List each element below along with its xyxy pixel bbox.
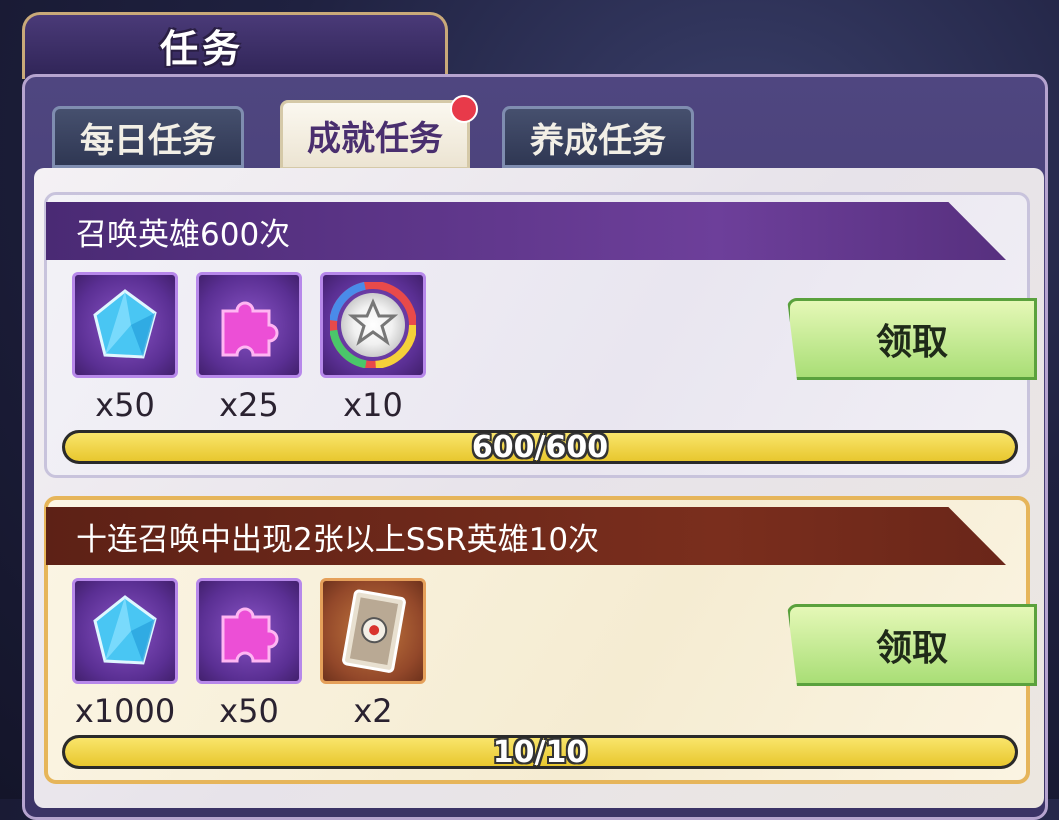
reward-quantity: x10 bbox=[343, 386, 403, 424]
reward-slot[interactable] bbox=[196, 578, 302, 684]
reward-slot[interactable] bbox=[72, 578, 178, 684]
puzzle-piece-icon bbox=[221, 607, 279, 663]
crystal-icon bbox=[93, 289, 157, 359]
tab-label: 每日任务 bbox=[80, 120, 216, 161]
progress-text: 10/10 bbox=[492, 735, 588, 769]
reward-slot[interactable] bbox=[320, 272, 426, 378]
reward-slot[interactable] bbox=[320, 578, 426, 684]
claim-label: 领取 bbox=[875, 628, 948, 669]
reward-quantity: x2 bbox=[353, 692, 393, 730]
reward-quantity: x25 bbox=[219, 386, 279, 424]
tab-achievement-quests[interactable]: 成就任务 bbox=[280, 100, 470, 170]
quest-title: 召唤英雄600次 bbox=[76, 216, 291, 253]
progress-bar: 600/600 bbox=[62, 430, 1018, 464]
quest-title-banner: 十连召唤中出现2张以上SSR英雄10次 bbox=[46, 507, 1006, 565]
tab-label: 养成任务 bbox=[530, 120, 666, 161]
card-icon bbox=[342, 589, 406, 673]
claim-button[interactable]: 领取 bbox=[787, 298, 1037, 380]
reward-quantity: x1000 bbox=[74, 692, 176, 730]
quest-title: 十连召唤中出现2张以上SSR英雄10次 bbox=[76, 521, 600, 558]
quest-title-banner: 召唤英雄600次 bbox=[46, 202, 1006, 260]
reward-quantity: x50 bbox=[95, 386, 155, 424]
crystal-icon bbox=[93, 595, 157, 665]
claim-label: 领取 bbox=[875, 322, 948, 363]
tab-label: 成就任务 bbox=[307, 118, 443, 159]
tab-training-quests[interactable]: 养成任务 bbox=[502, 106, 694, 168]
notification-dot-icon bbox=[450, 95, 478, 123]
progress-bar: 10/10 bbox=[62, 735, 1018, 769]
rainbow-medal-icon bbox=[330, 282, 416, 368]
reward-slot[interactable] bbox=[196, 272, 302, 378]
claim-button[interactable]: 领取 bbox=[787, 604, 1037, 686]
reward-quantity: x50 bbox=[219, 692, 279, 730]
page-title: 任务 bbox=[160, 27, 245, 71]
progress-text: 600/600 bbox=[471, 430, 609, 464]
reward-slot[interactable] bbox=[72, 272, 178, 378]
tab-daily-quests[interactable]: 每日任务 bbox=[52, 106, 244, 168]
puzzle-piece-icon bbox=[221, 301, 279, 357]
